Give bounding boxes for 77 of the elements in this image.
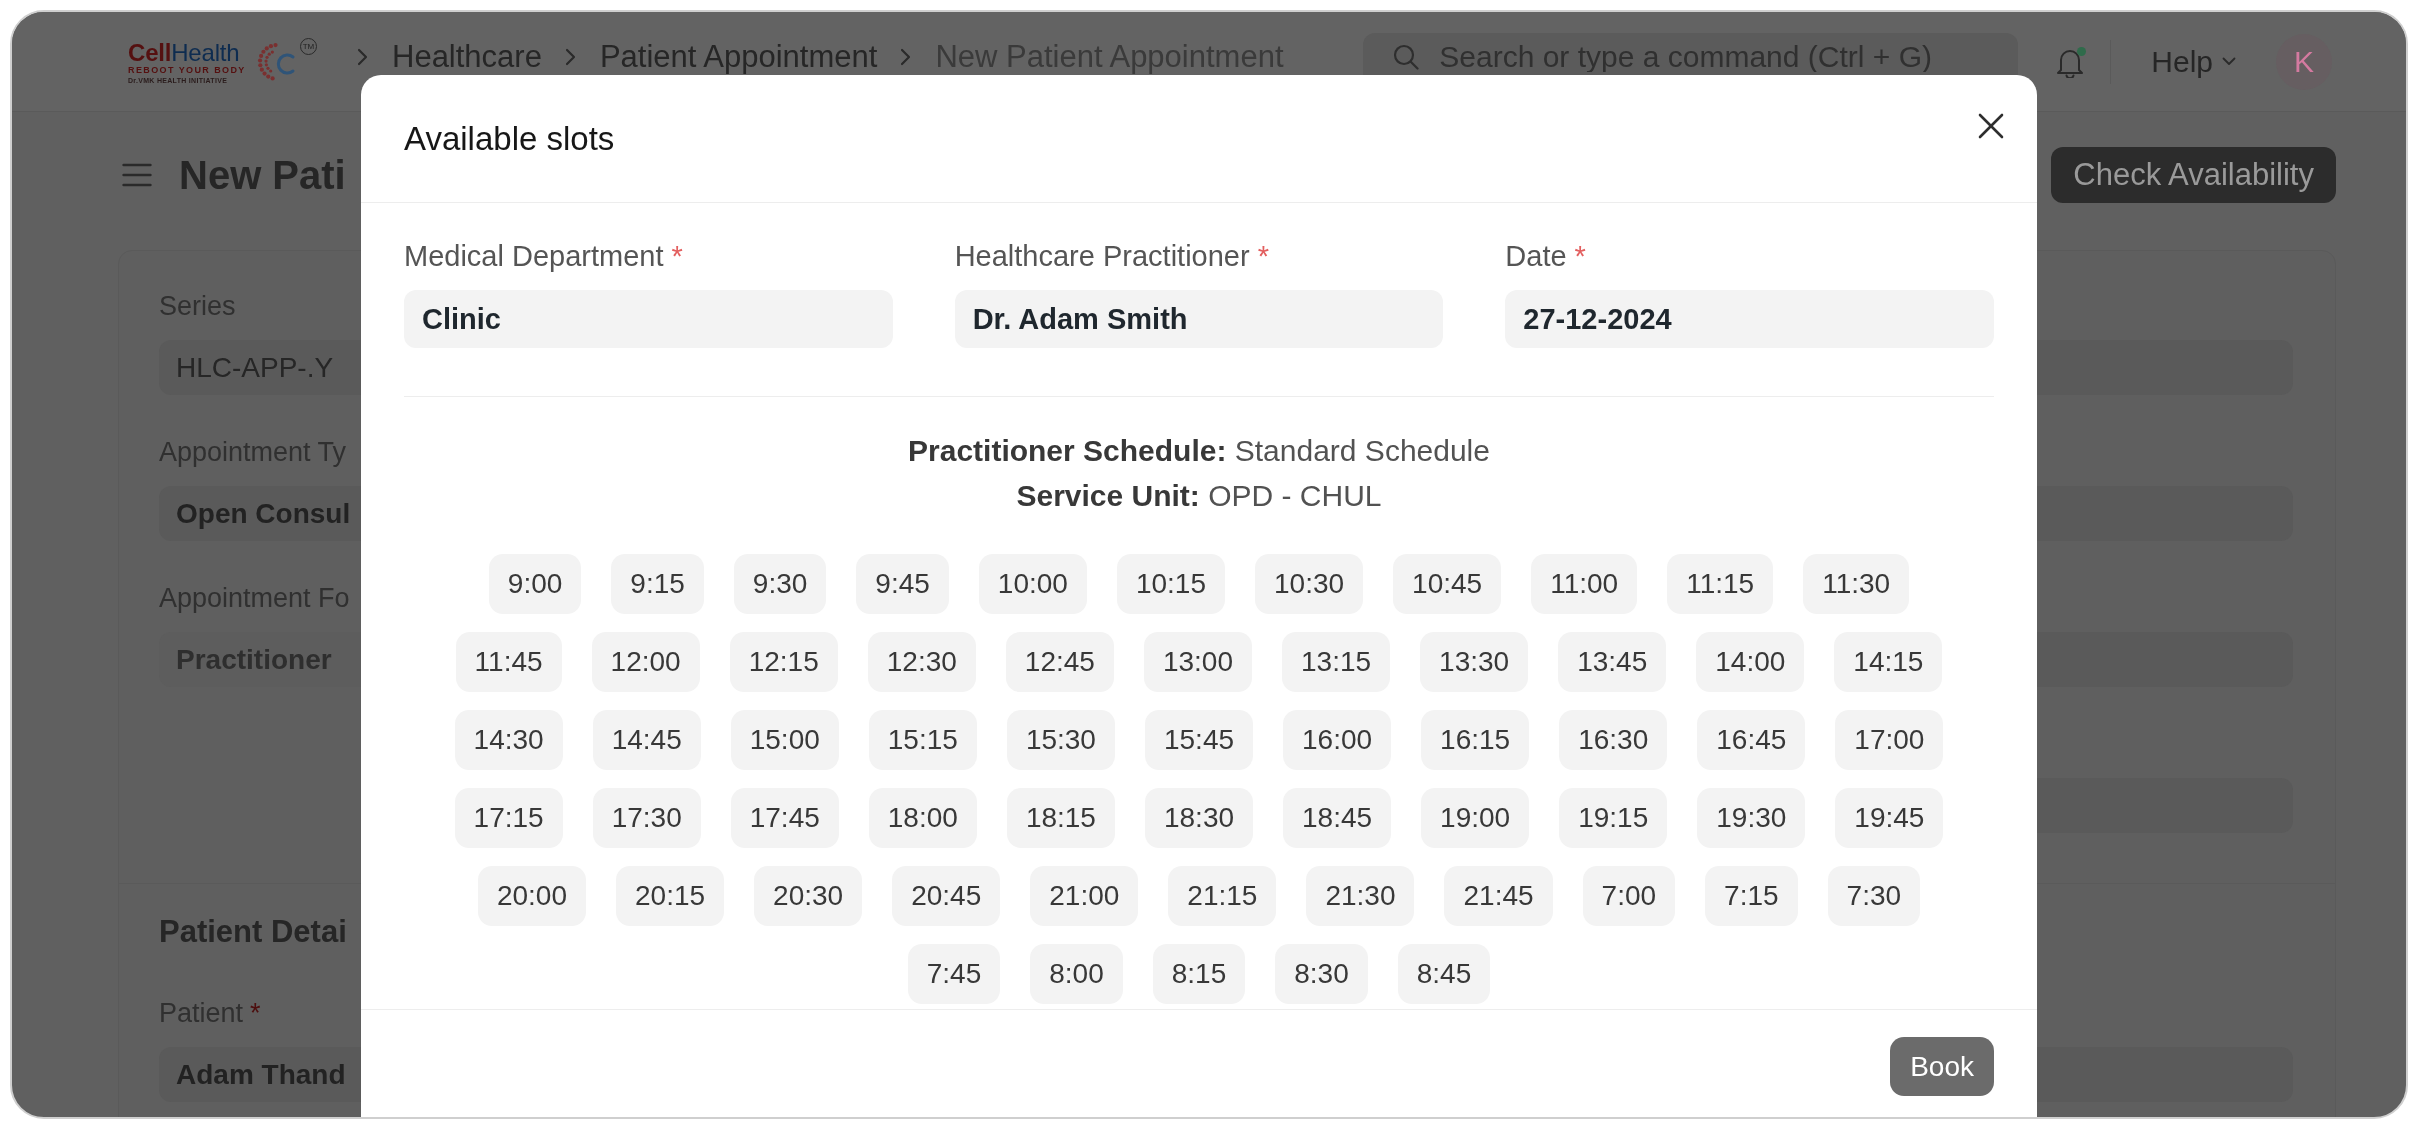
time-slot-button[interactable]: 12:45 bbox=[1005, 632, 1114, 692]
time-slot-button[interactable]: 10:15 bbox=[1116, 554, 1225, 614]
time-slot-button[interactable]: 13:00 bbox=[1143, 632, 1252, 692]
time-slot-button[interactable]: 17:00 bbox=[1835, 710, 1944, 770]
time-slot-button[interactable]: 19:45 bbox=[1835, 788, 1944, 848]
time-slot-button[interactable]: 9:15 bbox=[611, 554, 704, 614]
time-slot-button[interactable]: 12:00 bbox=[591, 632, 700, 692]
time-slot-button[interactable]: 11:45 bbox=[455, 632, 562, 692]
close-icon[interactable] bbox=[1977, 112, 2005, 140]
time-slot-button[interactable]: 15:00 bbox=[730, 710, 839, 770]
time-slot-button[interactable]: 9:45 bbox=[856, 554, 949, 614]
time-slot-button[interactable]: 15:45 bbox=[1144, 710, 1254, 770]
time-slot-button[interactable]: 21:15 bbox=[1168, 866, 1277, 926]
time-slot-button[interactable]: 13:15 bbox=[1282, 632, 1391, 692]
time-slot-button[interactable]: 17:30 bbox=[592, 788, 701, 848]
time-slot-button[interactable]: 21:30 bbox=[1306, 866, 1415, 926]
time-slot-button[interactable]: 14:45 bbox=[592, 710, 701, 770]
dialog-title: Available slots bbox=[404, 119, 615, 158]
time-slot-button[interactable]: 7:30 bbox=[1827, 866, 1921, 926]
time-slot-button[interactable]: 11:15 bbox=[1667, 554, 1774, 614]
time-slot-button[interactable]: 21:00 bbox=[1030, 866, 1139, 926]
search-icon bbox=[1393, 43, 1420, 70]
time-slot-button[interactable]: 9:30 bbox=[733, 554, 827, 614]
time-slot-button[interactable]: 14:30 bbox=[454, 710, 563, 770]
time-slot-button[interactable]: 12:30 bbox=[867, 632, 976, 692]
logo-tagline: REBOOT YOUR BODY bbox=[128, 64, 246, 76]
time-slot-button[interactable]: 16:15 bbox=[1421, 710, 1530, 770]
time-slot-button[interactable]: 18:00 bbox=[868, 788, 977, 848]
time-slot-button[interactable]: 18:45 bbox=[1283, 788, 1392, 848]
time-slot-button[interactable]: 7:45 bbox=[907, 944, 1001, 1004]
time-slot-button[interactable]: 19:15 bbox=[1559, 788, 1668, 848]
time-slot-button[interactable]: 13:30 bbox=[1420, 632, 1529, 692]
schedule-info: Practitioner Schedule: Standard Schedule bbox=[908, 433, 1490, 469]
time-slot-button[interactable]: 13:45 bbox=[1558, 632, 1667, 692]
time-slot-button[interactable]: 10:30 bbox=[1255, 554, 1364, 614]
time-slot-button[interactable]: 10:00 bbox=[978, 554, 1087, 614]
field-label: Healthcare Practitioner * bbox=[954, 239, 1269, 274]
time-slot-button[interactable]: 8:45 bbox=[1397, 944, 1491, 1004]
field-label: Date * bbox=[1505, 239, 1586, 274]
time-slot-button[interactable]: 8:30 bbox=[1275, 944, 1368, 1004]
time-slot-button[interactable]: 11:00 bbox=[1531, 554, 1638, 614]
time-slot-button[interactable]: 11:30 bbox=[1803, 554, 1910, 614]
logo-wordmark: CellHealth bbox=[128, 40, 240, 64]
time-slot-button[interactable]: 7:15 bbox=[1705, 866, 1798, 926]
time-slot-button[interactable]: 15:15 bbox=[868, 710, 977, 770]
time-slot-button[interactable]: 17:45 bbox=[730, 788, 839, 848]
time-slot-button[interactable]: 9:00 bbox=[488, 554, 582, 614]
section-heading: Patient Detai bbox=[159, 913, 347, 951]
schedule-info: Service Unit: OPD - CHUL bbox=[1016, 478, 1382, 514]
time-slot-button[interactable]: 7:00 bbox=[1582, 866, 1676, 926]
time-slot-button[interactable]: 21:45 bbox=[1444, 866, 1553, 926]
time-slot-button[interactable]: 20:00 bbox=[477, 866, 586, 926]
time-slot-button[interactable]: 17:15 bbox=[454, 788, 563, 848]
time-slot-button[interactable]: 16:00 bbox=[1283, 710, 1392, 770]
time-slot-button[interactable]: 14:15 bbox=[1834, 632, 1943, 692]
time-slot-button[interactable]: 20:15 bbox=[616, 866, 725, 926]
time-slot-button[interactable]: 8:00 bbox=[1030, 944, 1123, 1004]
time-slot-button[interactable]: 14:00 bbox=[1696, 632, 1805, 692]
input-field[interactable]: Clinic bbox=[404, 290, 893, 348]
input-field[interactable]: Dr. Adam Smith bbox=[954, 290, 1444, 348]
time-slot-button[interactable]: 16:30 bbox=[1559, 710, 1668, 770]
time-slot-button[interactable]: 19:00 bbox=[1421, 788, 1530, 848]
chevron-down-icon bbox=[2222, 57, 2236, 66]
time-slot-button[interactable]: 18:15 bbox=[1006, 788, 1115, 848]
time-slot-button[interactable]: 16:45 bbox=[1697, 710, 1806, 770]
page-title: New Pati bbox=[179, 152, 346, 198]
time-slot-button[interactable]: 12:15 bbox=[729, 632, 838, 692]
time-slot-button[interactable]: 15:30 bbox=[1006, 710, 1115, 770]
time-slot-button[interactable]: 20:45 bbox=[892, 866, 1001, 926]
check-availability-button[interactable]: Check Availability bbox=[2051, 147, 2336, 203]
time-slot-button[interactable]: 8:15 bbox=[1152, 944, 1246, 1004]
time-slot-button[interactable]: 19:30 bbox=[1697, 788, 1806, 848]
input-field[interactable]: 27-12-2024 bbox=[1505, 290, 1994, 348]
time-slot-button[interactable]: 20:30 bbox=[754, 866, 863, 926]
time-slot-button[interactable]: 18:30 bbox=[1144, 788, 1254, 848]
time-slot-button[interactable]: 10:45 bbox=[1393, 554, 1502, 614]
field-label: Medical Department * bbox=[404, 239, 683, 274]
